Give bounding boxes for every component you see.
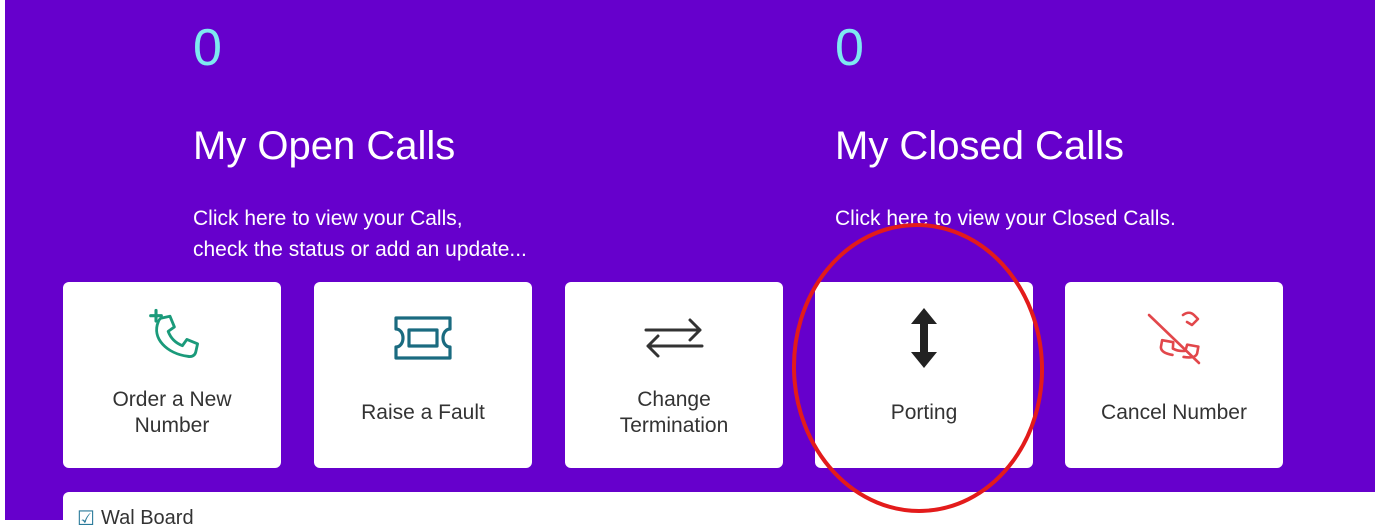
work-board-panel: ☑ Wal Board: [63, 492, 1375, 532]
phone-cancel-icon: [1147, 311, 1201, 365]
arrows-exchange-icon: [644, 318, 704, 358]
ticket-icon: [394, 316, 452, 360]
closed-calls-count: 0: [835, 19, 864, 77]
tile-label: Porting: [890, 401, 958, 424]
open-calls-description: Click here to view your Calls, check the…: [193, 203, 527, 265]
tile-raise-fault[interactable]: Raise a Fault: [314, 282, 532, 468]
open-calls-desc-line2: check the status or add an update...: [193, 238, 527, 261]
closed-calls-description: Click here to view your Closed Calls.: [835, 203, 1176, 234]
open-calls-panel[interactable]: 0 My Open Calls Click here to view your …: [193, 0, 753, 280]
checklist-icon: ☑: [77, 508, 95, 530]
closed-calls-title[interactable]: My Closed Calls: [835, 120, 1124, 172]
phone-add-icon: [149, 308, 200, 358]
tile-order-new-number[interactable]: Order a New Number: [63, 282, 281, 468]
open-calls-count: 0: [193, 19, 222, 77]
closed-calls-desc-line1: Click here to view your Closed Calls.: [835, 207, 1176, 230]
work-board-label: Wal Board: [100, 507, 194, 529]
tile-label: Order a New Number: [112, 388, 232, 437]
tile-change-termination[interactable]: Change Termination: [565, 282, 783, 468]
open-calls-desc-line1: Click here to view your Calls,: [193, 207, 463, 230]
closed-calls-panel[interactable]: 0 My Closed Calls Click here to view you…: [835, 0, 1355, 280]
tile-label: Change Termination: [619, 388, 729, 437]
open-calls-title[interactable]: My Open Calls: [193, 120, 455, 172]
tile-cancel-number[interactable]: Cancel Number: [1065, 282, 1283, 468]
tile-label: Cancel Number: [1101, 401, 1247, 424]
arrows-vertical-icon: [911, 308, 937, 368]
tile-porting[interactable]: Porting: [815, 282, 1033, 468]
tile-label: Raise a Fault: [361, 401, 485, 424]
work-board-header[interactable]: ☑ Wal Board: [77, 506, 194, 531]
